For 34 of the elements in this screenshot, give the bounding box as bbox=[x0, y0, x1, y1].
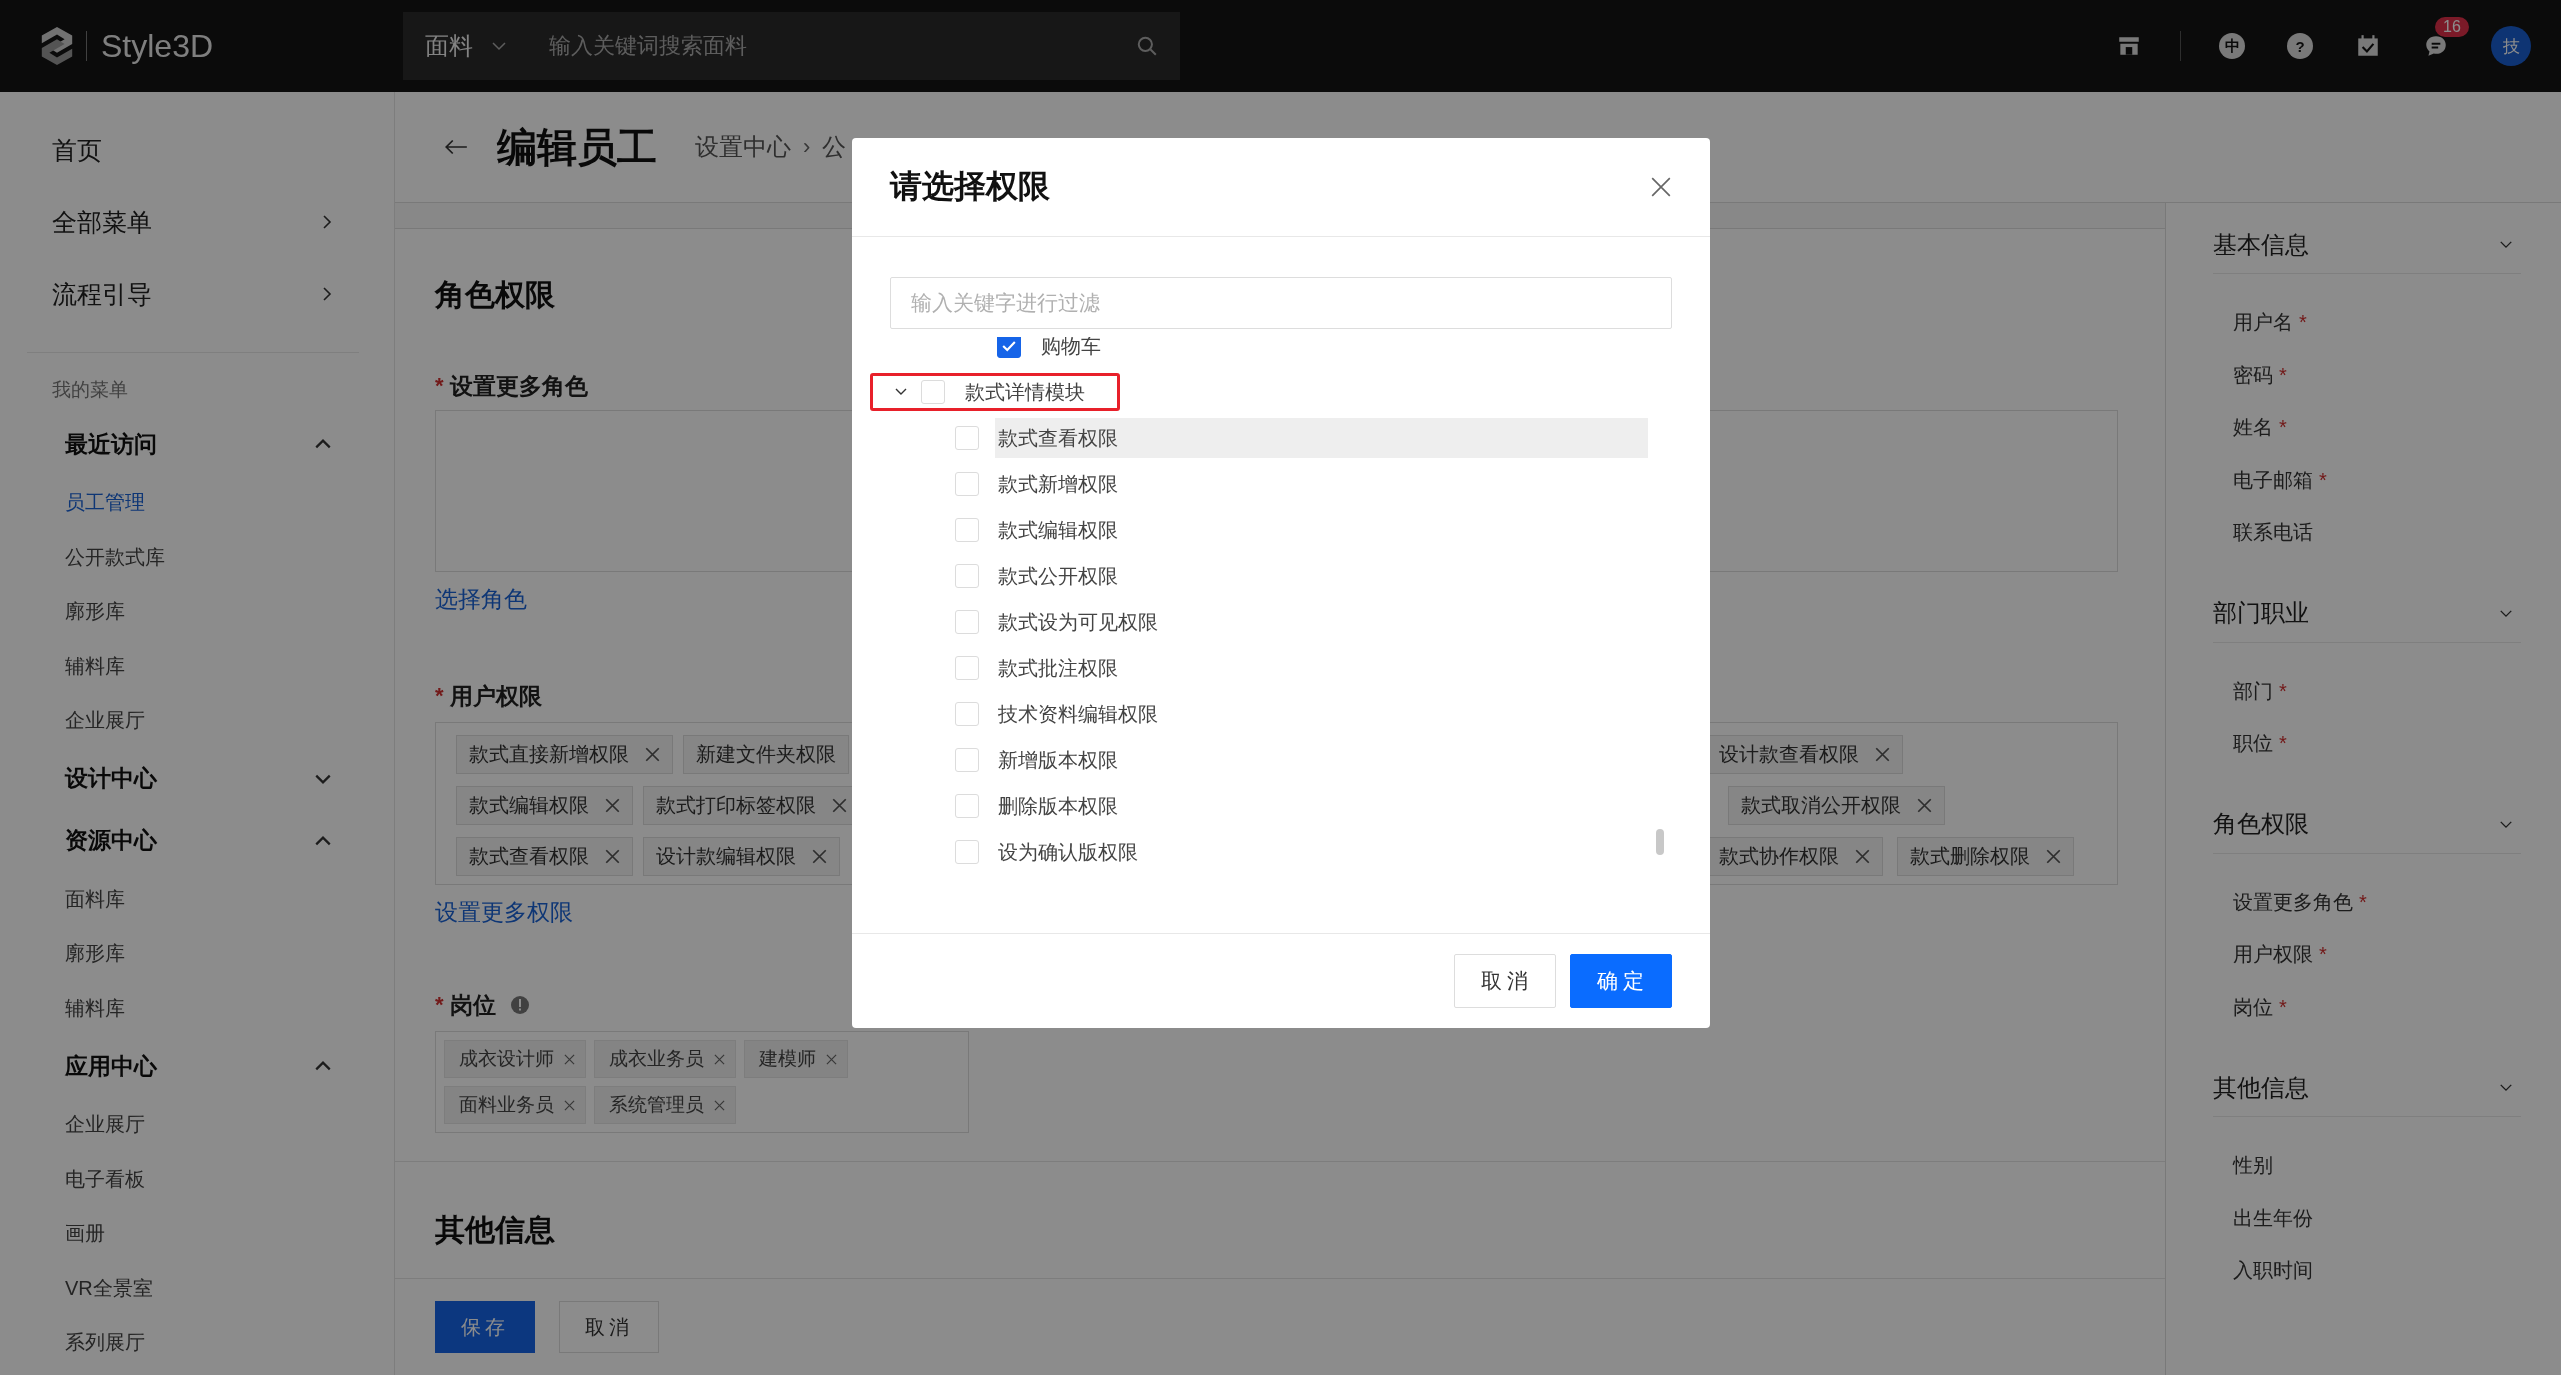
required-mark: * bbox=[2279, 416, 2287, 438]
permission-tag: 款式取消公开权限 bbox=[1728, 786, 1945, 825]
required-mark: * bbox=[2319, 468, 2327, 491]
required-mark: * bbox=[2279, 995, 2287, 1018]
required-mark: * bbox=[435, 373, 444, 399]
field-label: 用户权限 bbox=[449, 681, 542, 711]
permission-tag: 款式编辑权限 bbox=[456, 786, 633, 825]
required-mark: * bbox=[2299, 311, 2307, 333]
notification-badge: 16 bbox=[2435, 17, 2469, 37]
permission-tag: 款式直接新增权限 bbox=[456, 735, 673, 774]
permission-tag: 款式查看权限 bbox=[456, 837, 633, 876]
position-tag: 系统管理员 bbox=[594, 1086, 736, 1124]
dialog-title: 请选择权限 bbox=[889, 167, 1050, 206]
required-mark: * bbox=[2359, 890, 2367, 913]
position-tag: 成衣设计师 bbox=[444, 1040, 586, 1078]
section-label: 我的菜单 bbox=[51, 378, 129, 402]
permission-tag: 新建文件夹权限 bbox=[683, 735, 849, 774]
required-mark: * bbox=[2279, 679, 2287, 702]
section-title: 角色权限 bbox=[435, 277, 555, 313]
required-mark: * bbox=[2279, 363, 2287, 386]
required-mark: * bbox=[2319, 943, 2327, 965]
required-mark: * bbox=[435, 683, 444, 709]
position-tag: 面料业务员 bbox=[444, 1086, 586, 1124]
position-tag: 成衣业务员 bbox=[594, 1040, 736, 1078]
field-label: 岗位 bbox=[449, 990, 496, 1020]
section-title: 其他信息 bbox=[435, 1212, 555, 1248]
position-tag: 建模师 bbox=[744, 1040, 848, 1078]
breadcrumb-separator: › bbox=[803, 134, 811, 160]
required-mark: * bbox=[435, 992, 444, 1018]
permission-tag: 设计款编辑权限 bbox=[643, 837, 840, 876]
page-title: 编辑员工 bbox=[497, 123, 657, 171]
field-label: 设置更多角色 bbox=[449, 371, 588, 401]
permission-tag: 款式删除权限 bbox=[1897, 837, 2074, 876]
required-mark: * bbox=[2279, 732, 2287, 754]
